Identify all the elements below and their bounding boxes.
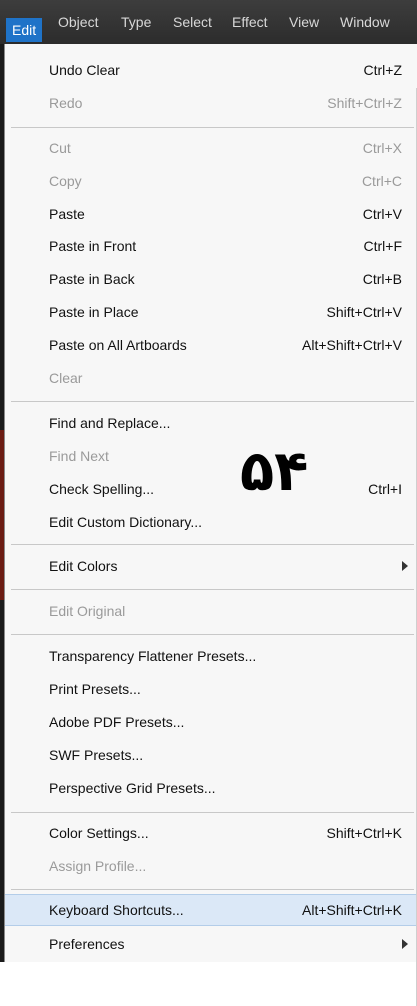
menu-item-redo: Redo Shift+Ctrl+Z [5,87,417,119]
menubar-effect[interactable]: Effect [232,0,268,44]
menu-item-shortcut: Shift+Ctrl+Z [327,95,402,111]
menu-separator [11,812,414,813]
menu-item-edit-colors[interactable]: Edit Colors [5,550,417,582]
menu-item-preferences[interactable]: Preferences [5,928,417,960]
menu-item-label: Undo Clear [49,62,120,78]
menu-item-label: Adobe PDF Presets... [49,714,185,730]
menu-item-label: Copy [49,173,82,189]
menu-item-print-presets[interactable]: Print Presets... [5,673,417,705]
menu-item-label: Color Settings... [49,825,149,841]
menu-item-shortcut: Alt+Shift+Ctrl+V [302,337,402,353]
menu-separator [11,544,414,545]
menu-item-shortcut: Ctrl+Z [363,62,403,78]
menu-item-color-settings[interactable]: Color Settings... Shift+Ctrl+K [5,817,417,849]
menubar: Edit Object Type Select Effect View Wind… [0,0,417,44]
menu-item-edit-original: Edit Original [5,595,417,627]
menu-item-paste-in-place[interactable]: Paste in Place Shift+Ctrl+V [5,296,417,328]
menu-item-shortcut: Ctrl+B [362,271,402,287]
menu-item-label: Perspective Grid Presets... [49,780,216,796]
menu-item-label: Cut [49,140,71,156]
menu-item-shortcut: Ctrl+X [362,140,402,156]
menu-item-shortcut: Ctrl+F [363,238,403,254]
menu-item-label: Find and Replace... [49,415,171,431]
overlay-annotation-number: ۵۴ [240,439,309,504]
menu-separator [11,634,414,635]
menu-item-label: Find Next [49,448,109,464]
menu-item-edit-custom-dictionary[interactable]: Edit Custom Dictionary... [5,506,417,538]
menu-item-keyboard-shortcuts[interactable]: Keyboard Shortcuts... Alt+Shift+Ctrl+K [5,894,417,926]
menu-item-label: Preferences [49,936,125,952]
edit-menu-dropdown: Undo Clear Ctrl+Z Redo Shift+Ctrl+Z Cut … [4,44,417,1006]
menu-separator [11,589,414,590]
menu-item-shortcut: Shift+Ctrl+K [326,825,402,841]
menubar-object[interactable]: Object [58,0,98,44]
menu-item-check-spelling[interactable]: Check Spelling... Ctrl+I [5,473,417,505]
menu-item-label: Paste on All Artboards [49,337,187,353]
menu-item-swf-presets[interactable]: SWF Presets... [5,739,417,771]
menu-item-undo-clear[interactable]: Undo Clear Ctrl+Z [5,54,417,86]
menu-item-label: Print Presets... [49,681,141,697]
menu-item-shortcut: Ctrl+C [361,173,402,189]
menu-item-label: Paste in Place [49,304,139,320]
menu-item-label: Keyboard Shortcuts... [49,902,184,918]
menu-item-label: Assign Profile... [49,858,147,874]
menu-item-copy: Copy Ctrl+C [5,165,417,197]
menu-separator [11,401,414,402]
menu-item-perspective-grid-presets[interactable]: Perspective Grid Presets... [5,772,417,804]
menu-item-label: Paste [49,206,85,222]
menubar-edit[interactable]: Edit [6,18,43,42]
menu-item-shortcut: Alt+Shift+Ctrl+K [302,902,402,918]
menubar-type[interactable]: Type [121,0,151,44]
menu-item-paste[interactable]: Paste Ctrl+V [5,198,417,230]
submenu-arrow-icon [402,939,408,949]
menu-item-label: Transparency Flattener Presets... [49,648,257,664]
menubar-window[interactable]: Window [340,0,390,44]
menu-item-clear: Clear [5,362,417,394]
menu-item-label: Edit Colors [49,558,118,574]
menu-item-label: Paste in Back [49,271,135,287]
menu-item-label: Check Spelling... [49,481,155,497]
menu-item-find-next: Find Next [5,440,417,472]
menu-item-label: Redo [49,95,83,111]
menu-separator [11,127,414,128]
menu-separator [11,889,414,890]
menu-item-shortcut: Ctrl+I [368,481,402,497]
menu-item-label: SWF Presets... [49,747,144,763]
menu-item-paste-in-front[interactable]: Paste in Front Ctrl+F [5,230,417,262]
menu-item-cut: Cut Ctrl+X [5,132,417,164]
menu-item-label: Edit Custom Dictionary... [49,514,203,530]
menu-item-paste-in-back[interactable]: Paste in Back Ctrl+B [5,263,417,295]
menu-item-assign-profile: Assign Profile... [5,850,417,882]
submenu-arrow-icon [402,561,408,571]
menubar-select[interactable]: Select [173,0,212,44]
menubar-view[interactable]: View [289,0,319,44]
menu-item-label: Edit Original [49,603,126,619]
menu-item-shortcut: Ctrl+V [362,206,402,222]
menu-item-shortcut: Shift+Ctrl+V [326,304,402,320]
menu-item-paste-on-all-artboards[interactable]: Paste on All Artboards Alt+Shift+Ctrl+V [5,329,417,361]
menu-item-label: Clear [49,370,83,386]
menu-item-label: Paste in Front [49,238,137,254]
menu-item-transparency-flattener-presets[interactable]: Transparency Flattener Presets... [5,640,417,672]
menu-item-adobe-pdf-presets[interactable]: Adobe PDF Presets... [5,706,417,738]
menu-item-find-and-replace[interactable]: Find and Replace... [5,407,417,439]
